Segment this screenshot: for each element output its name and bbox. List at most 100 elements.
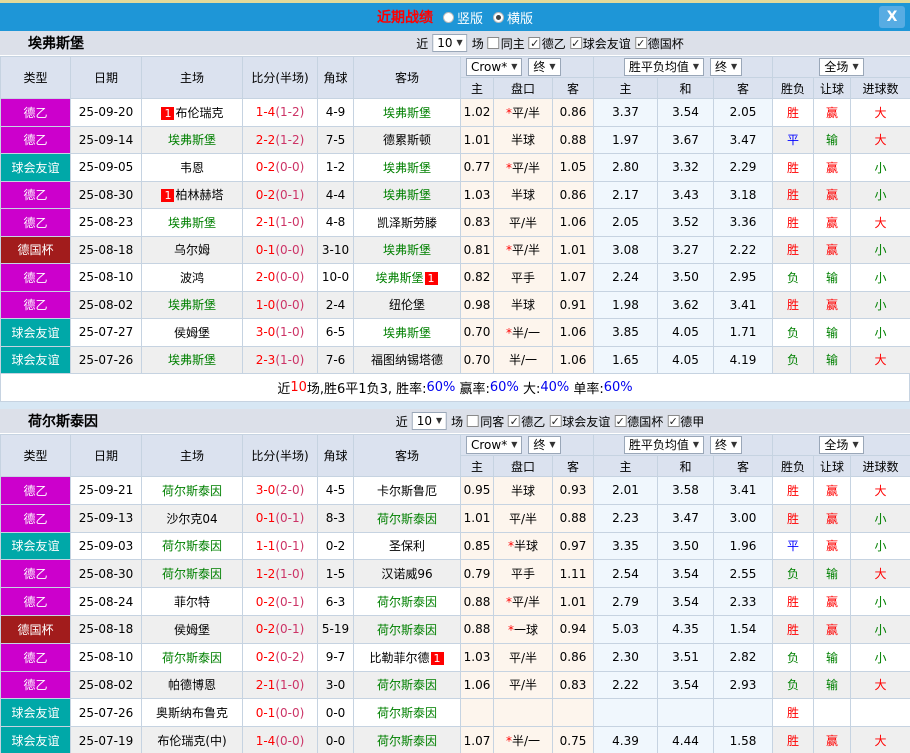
result-wdl-cell: 胜 — [772, 208, 814, 237]
result-goals-cell: 小 — [849, 503, 910, 533]
handicap-cell: 平/半 — [493, 642, 553, 672]
close-button[interactable]: X — [879, 6, 905, 28]
team-name: 凯泽斯劳滕 — [376, 215, 437, 230]
result-goals-cell: 小 — [849, 235, 910, 264]
layout-radio[interactable] — [442, 11, 454, 23]
result-goals-cell: 大 — [849, 559, 910, 589]
halftime-score: (0-0) — [275, 160, 305, 175]
handicap-cell: 平手 — [493, 559, 553, 589]
col-date: 日期 — [70, 56, 142, 99]
corner-cell: 7-6 — [317, 345, 354, 374]
mean-final-select[interactable]: 终 ▼ — [710, 436, 743, 454]
col-mean-away: 客 — [713, 77, 773, 99]
mean-draw-cell: 3.51 — [657, 642, 714, 672]
league-type-cell: 球会友谊 — [0, 531, 71, 561]
team-name: 荷尔斯泰因 — [161, 539, 222, 554]
score-cell: 3-0(1-0) — [242, 318, 318, 347]
league-filter-label: 德乙 — [541, 36, 566, 51]
col-mean-home: 主 — [593, 77, 658, 99]
handicap-cell: 半球 — [493, 476, 553, 505]
fulltime-score: 0-1 — [255, 705, 276, 720]
result-goals-cell: 大 — [849, 98, 910, 127]
layout-radio[interactable] — [493, 11, 504, 23]
same-venue-checkbox[interactable]: 同主 — [487, 35, 525, 52]
league-filter-checkbox[interactable]: ✓ 德甲 — [667, 413, 704, 430]
result-handicap-cell: 赢 — [813, 476, 851, 505]
fullmatch-select[interactable]: 全场 ▼ — [819, 58, 864, 76]
league-filter-checkbox[interactable]: ✓ 德乙 — [508, 413, 545, 430]
mean-home-cell: 2.17 — [593, 180, 658, 209]
summary-text-part: 60% — [489, 380, 519, 395]
checkbox-icon — [467, 415, 480, 427]
match-count-select[interactable]: 10 ▼ — [432, 34, 468, 52]
col-odds-away: 客 — [552, 455, 594, 477]
league-type-cell: 德乙 — [0, 642, 71, 672]
odds-away-cell: 0.91 — [552, 290, 594, 319]
mean-away-cell: 2.33 — [713, 587, 773, 616]
col-odds-home: 主 — [460, 77, 494, 99]
league-filter-checkbox[interactable]: ✓ 德国杯 — [634, 35, 684, 52]
mean-home-cell — [593, 698, 658, 728]
league-filter-checkbox[interactable]: ✓ 德国杯 — [614, 413, 663, 430]
chevron-down-icon: ▼ — [731, 440, 738, 449]
odds-company-select[interactable]: Crow* ▼ — [466, 436, 523, 454]
score-cell: 3-0(2-0) — [242, 476, 318, 505]
team-name-title: 埃弗斯堡 — [28, 36, 84, 52]
mean-final-select[interactable]: 终 ▼ — [710, 58, 743, 76]
odds-away-cell: 1.11 — [552, 559, 594, 589]
checkbox-icon: ✓ — [508, 415, 521, 428]
odds-company-select[interactable]: Crow* ▼ — [466, 58, 523, 76]
odds-away-cell: 1.01 — [552, 587, 594, 616]
filter-controls: 近 10 ▼ 场同主 ✓ 德乙 ✓ 球会友谊 ✓ 德国杯 — [416, 34, 684, 52]
team-name: 荷尔斯泰因 — [161, 650, 222, 665]
handicap-cell: 平/半 — [493, 208, 553, 237]
league-filter-checkbox[interactable]: ✓ 德乙 — [528, 35, 566, 52]
score-cell: 2-1(1-0) — [242, 670, 318, 700]
team-name: 埃弗斯堡 — [382, 160, 431, 175]
match-row: 德乙 25-09-14 埃弗斯堡 2-2(1-2) 7-5 德累斯顿 1.01 半球 0.88 1… — [0, 125, 910, 154]
match-row: 德乙 25-09-20 1 布伦瑞克 1-4(1-2) 4-9 埃弗斯堡 1.02 *平/半 0.… — [0, 98, 910, 127]
handicap-cell: *半/一 — [493, 726, 553, 753]
same-venue-checkbox[interactable]: 同客 — [467, 413, 504, 430]
odds-final-select[interactable]: 终 ▼ — [528, 436, 561, 454]
score-cell: 2-3(1-0) — [242, 345, 318, 374]
chevron-down-icon: ▼ — [692, 440, 699, 449]
date-cell: 25-09-21 — [70, 476, 142, 505]
home-team-cell: 侯姆堡 — [141, 614, 243, 644]
mean-away-cell: 3.18 — [713, 180, 773, 209]
home-team-cell: 荷尔斯泰因 — [141, 531, 243, 561]
team-name: 汉诺威96 — [381, 567, 433, 582]
league-filter-checkbox[interactable]: ✓ 球会友谊 — [549, 413, 610, 430]
match-row: 德乙 25-08-10 波鸿 2-0(0-0) 10-0 埃弗斯堡 1 0.82 平手 1.07 2… — [0, 263, 910, 292]
team-name: 菲尔特 — [173, 595, 210, 610]
odds-home-cell: 0.98 — [460, 290, 494, 319]
match-count-select[interactable]: 10 ▼ — [411, 412, 448, 430]
score-cell: 2-1(1-0) — [242, 208, 318, 237]
score-cell: 1-2(1-0) — [242, 559, 318, 589]
team-name: 圣保利 — [388, 539, 425, 554]
league-filter-checkbox[interactable]: ✓ 球会友谊 — [569, 35, 631, 52]
col-goals: 进球数 — [849, 455, 910, 477]
corner-cell: 0-0 — [317, 698, 354, 728]
odds-final-select[interactable]: 终 ▼ — [528, 58, 561, 76]
result-handicap-cell: 赢 — [813, 290, 851, 319]
fullmatch-select[interactable]: 全场 ▼ — [819, 436, 864, 454]
handicap-cell: *平/半 — [493, 153, 553, 182]
star-mark: * — [507, 539, 514, 554]
result-goals-cell: 大 — [849, 208, 910, 237]
mean-select[interactable]: 胜平负均值 ▼ — [623, 58, 704, 76]
result-wdl-cell: 负 — [772, 642, 814, 672]
match-row: 球会友谊 25-07-26 埃弗斯堡 2-3(1-0) 7-6 福图纳锡塔德 0.70 半/一… — [0, 345, 910, 374]
result-wdl-cell: 负 — [772, 670, 814, 700]
fulltime-score: 3-0 — [255, 325, 276, 340]
filter-controls: 近 10 ▼ 场同客 ✓ 德乙 ✓ 球会友谊 ✓ 德国杯 ✓ 德甲 — [396, 412, 704, 430]
mean-draw-cell: 4.05 — [657, 318, 714, 347]
mean-select[interactable]: 胜平负均值 ▼ — [623, 436, 704, 454]
corner-cell: 4-8 — [317, 208, 354, 237]
fulltime-score: 0-2 — [255, 160, 276, 175]
result-handicap-cell: 输 — [813, 642, 851, 672]
away-team-cell: 埃弗斯堡 — [353, 98, 461, 127]
corner-cell: 4-4 — [317, 180, 354, 209]
date-cell: 25-08-18 — [70, 235, 142, 264]
result-handicap-cell: 输 — [813, 125, 851, 154]
